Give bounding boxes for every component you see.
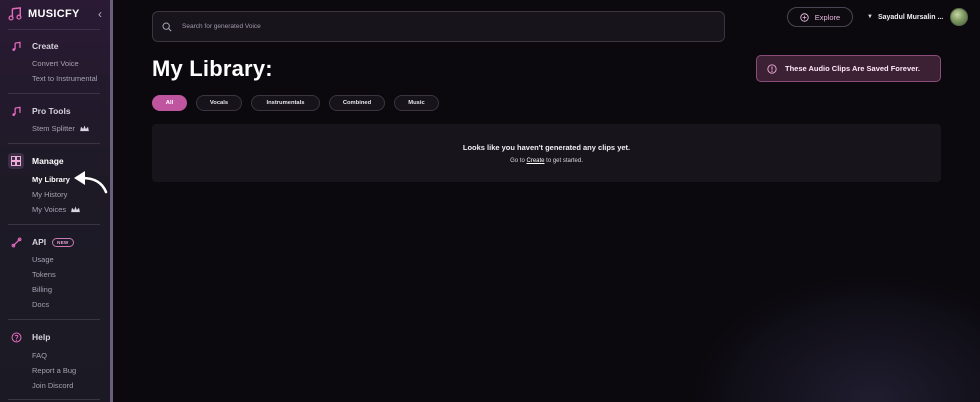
filter-vocals[interactable]: Vocals — [196, 95, 242, 111]
explore-icon — [800, 12, 809, 22]
music-note-icon — [8, 38, 24, 54]
divider — [8, 399, 100, 400]
sidebar-item-my-library[interactable]: My Library — [32, 175, 70, 184]
sidebar-item-docs[interactable]: Docs — [32, 300, 49, 309]
app-window: MUSICFY ‹ Create Convert Voice Text to I… — [0, 0, 980, 402]
sidebar-item-join-discord[interactable]: Join Discord — [32, 381, 73, 390]
sidebar-item-tokens[interactable]: Tokens — [32, 270, 56, 279]
section-pro-tools-label: Pro Tools — [32, 106, 71, 116]
brand-name: MUSICFY — [28, 8, 80, 20]
arrow-pointer-icon — [74, 171, 108, 194]
section-manage[interactable]: Manage — [8, 153, 64, 169]
help-icon — [8, 329, 24, 345]
grid-icon — [8, 153, 24, 169]
filter-instrumentals[interactable]: Instrumentals — [251, 95, 320, 111]
sidebar-item-text-to-instrumental[interactable]: Text to Instrumental — [32, 74, 97, 83]
empty-state-prefix: Go to — [510, 157, 525, 164]
empty-state-subtitle: Go to Create to get started. — [510, 158, 583, 164]
filter-music[interactable]: Music — [394, 95, 439, 111]
saved-forever-banner: These Audio Clips Are Saved Forever. — [756, 55, 941, 82]
filter-all[interactable]: All — [152, 95, 187, 111]
sidebar: MUSICFY ‹ Create Convert Voice Text to I… — [0, 0, 110, 402]
explore-label: Explore — [814, 12, 841, 22]
main-content: Explore ▼ Sayadul Mursalin ... My Librar… — [113, 0, 980, 402]
brand[interactable]: MUSICFY ‹ — [8, 6, 104, 22]
divider — [8, 143, 100, 144]
empty-state-panel: Looks like you haven't generated any cli… — [152, 124, 941, 182]
filter-combined[interactable]: Combined — [329, 95, 385, 111]
chevron-left-icon[interactable]: ‹ — [98, 7, 102, 21]
sidebar-item-label: Stem Splitter — [32, 124, 75, 133]
user-menu[interactable]: ▼ Sayadul Mursalin ... — [867, 8, 969, 26]
divider — [8, 29, 100, 30]
caret-down-icon: ▼ — [867, 14, 873, 20]
sidebar-item-billing[interactable]: Billing — [32, 285, 52, 294]
create-link[interactable]: Create — [526, 158, 544, 164]
search-input[interactable] — [182, 23, 702, 30]
music-note-icon — [8, 103, 24, 119]
page-title: My Library: — [152, 56, 273, 81]
section-manage-label: Manage — [32, 156, 64, 166]
filter-tabs: All Vocals Instrumentals Combined Music — [152, 95, 448, 111]
section-help[interactable]: Help — [8, 329, 50, 345]
section-help-label: Help — [32, 332, 51, 342]
divider — [8, 93, 100, 94]
crown-icon — [80, 125, 89, 132]
music-note-icon — [8, 7, 22, 21]
section-api-label: API — [32, 237, 47, 247]
info-icon — [767, 63, 777, 74]
divider — [8, 224, 100, 225]
avatar[interactable] — [950, 8, 969, 26]
sidebar-item-stem-splitter[interactable]: Stem Splitter — [32, 124, 89, 133]
empty-state-title: Looks like you haven't generated any cli… — [462, 142, 631, 152]
search-icon — [162, 22, 172, 32]
crown-icon — [71, 206, 81, 213]
sidebar-item-faq[interactable]: FAQ — [32, 351, 47, 360]
section-api[interactable]: API NEW — [8, 234, 74, 250]
explore-button[interactable]: Explore — [787, 7, 853, 27]
section-pro-tools[interactable]: Pro Tools — [8, 103, 71, 119]
new-badge: NEW — [52, 237, 74, 247]
empty-state-suffix: to get started. — [546, 157, 583, 164]
sidebar-item-report-bug[interactable]: Report a Bug — [32, 366, 76, 375]
section-create[interactable]: Create — [8, 38, 58, 54]
search-bar[interactable] — [152, 11, 725, 42]
link-icon — [8, 234, 24, 250]
sidebar-item-my-voices[interactable]: My Voices — [32, 205, 81, 214]
divider — [8, 319, 100, 320]
section-create-label: Create — [32, 41, 59, 51]
sidebar-item-convert-voice[interactable]: Convert Voice — [32, 59, 79, 68]
user-name: Sayadul Mursalin ... — [877, 13, 944, 21]
sidebar-item-label: My Voices — [32, 205, 67, 214]
sidebar-item-my-history[interactable]: My History — [32, 190, 67, 199]
sidebar-item-usage[interactable]: Usage — [32, 255, 54, 264]
saved-banner-text: These Audio Clips Are Saved Forever. — [785, 64, 920, 73]
